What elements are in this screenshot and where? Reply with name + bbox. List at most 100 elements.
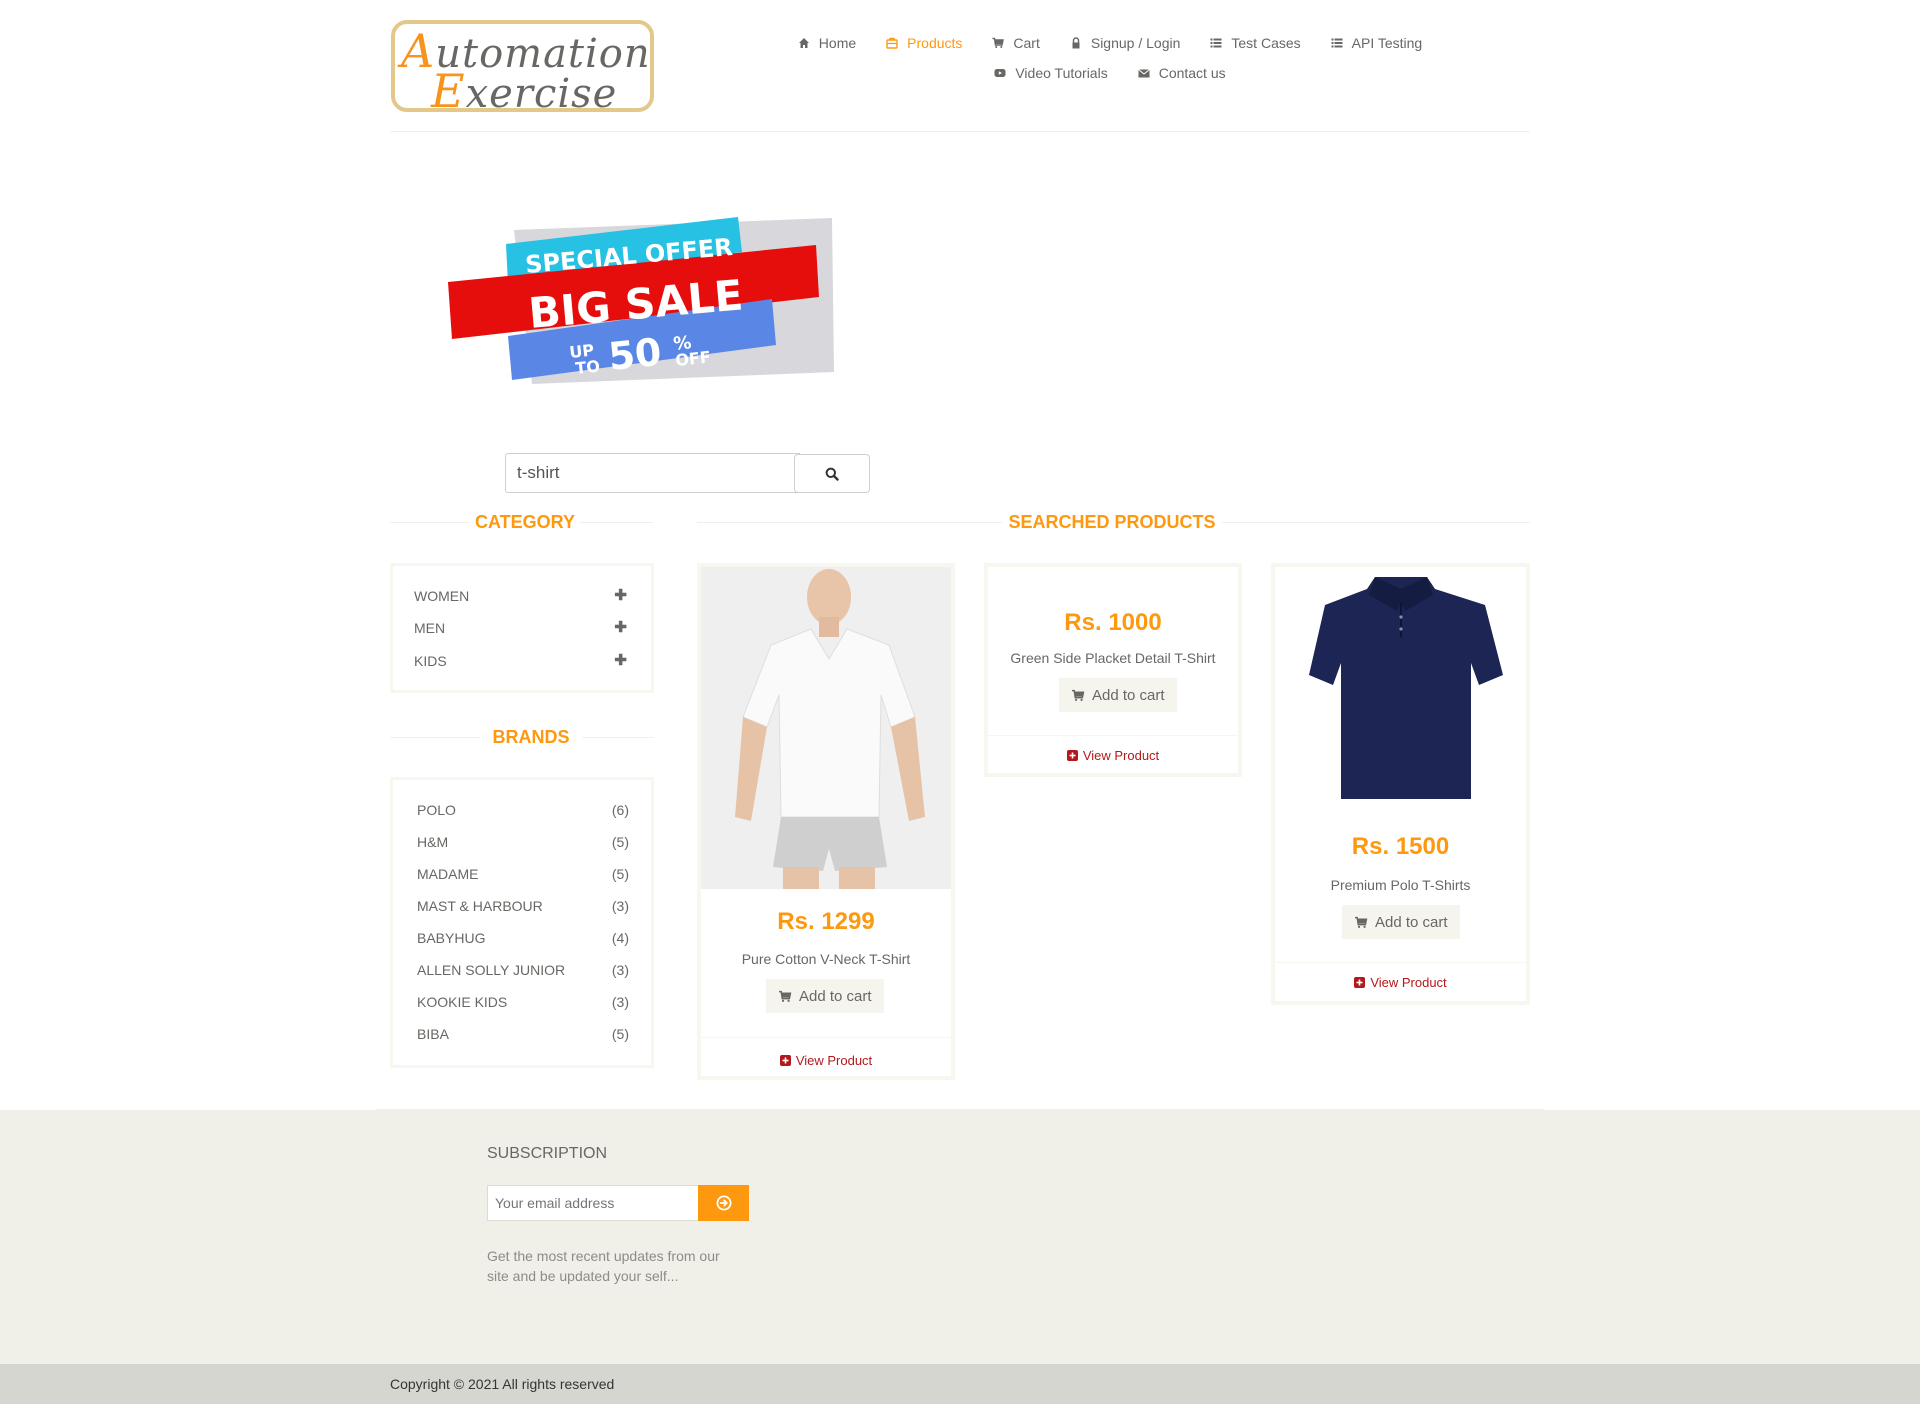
- plus-icon[interactable]: ✚: [614, 586, 627, 604]
- arrow-circle-right-icon: [716, 1195, 731, 1211]
- brand-count: (5): [611, 834, 629, 850]
- product-card: Rs. 1000 Green Side Placket Detail T-Shi…: [984, 563, 1242, 777]
- products-icon: [886, 37, 898, 49]
- brand-name: KOOKIE KIDS: [417, 994, 508, 1010]
- brands-title-rule-left: [390, 737, 480, 738]
- sale-banner: SPECIAL OFFER BIG SALE UP TO 50 % OFF: [448, 217, 834, 384]
- brand-item[interactable]: KOOKIE KIDS (3): [417, 994, 629, 1010]
- cart-icon: [1072, 689, 1085, 701]
- searched-products-title: SEARCHED PRODUCTS: [1008, 512, 1216, 532]
- search-button[interactable]: [794, 454, 870, 493]
- product-name: Premium Polo T-Shirts: [1330, 877, 1471, 893]
- category-title-rule-right: [580, 522, 653, 523]
- nav-test-cases[interactable]: Test Cases: [1195, 35, 1315, 51]
- brand-item[interactable]: ALLEN SOLLY JUNIOR (3): [417, 962, 629, 978]
- view-product-link[interactable]: View Product: [1275, 975, 1526, 990]
- nav-video-tutorials-label: Video Tutorials: [1015, 65, 1108, 81]
- nav-row-1: Home Products Cart Signup / Login Test C…: [780, 28, 1440, 58]
- brand-name: MAST & HARBOUR: [417, 898, 543, 914]
- product-price: Rs. 1000: [1064, 609, 1162, 636]
- brand-count: (6): [611, 802, 629, 818]
- brand-name: BIBA: [417, 1026, 449, 1042]
- cart-icon: [1355, 916, 1368, 928]
- cart-icon: [992, 37, 1005, 48]
- product-price: Rs. 1299: [777, 908, 875, 935]
- main-nav: Home Products Cart Signup / Login Test C…: [780, 28, 1440, 88]
- category-kids[interactable]: KIDS: [414, 653, 447, 669]
- nav-api-testing[interactable]: API Testing: [1316, 35, 1438, 51]
- product-image[interactable]: [701, 567, 951, 889]
- brand-name: ALLEN SOLLY JUNIOR: [417, 962, 566, 978]
- nav-contact-us[interactable]: Contact us: [1123, 65, 1241, 81]
- brand-count: (5): [611, 866, 629, 882]
- nav-cart-label: Cart: [1013, 35, 1040, 51]
- home-icon: [798, 38, 809, 48]
- view-product-link[interactable]: View Product: [988, 748, 1238, 763]
- card-divider: [1275, 962, 1526, 963]
- plus-square-icon: [779, 1055, 791, 1066]
- nav-signup-login[interactable]: Signup / Login: [1055, 35, 1196, 51]
- brand-item[interactable]: BIBA (5): [417, 1026, 629, 1042]
- products-title-rule-left: [697, 522, 1002, 523]
- list-icon: [1331, 38, 1343, 48]
- brand-name: BABYHUG: [417, 930, 486, 946]
- card-divider: [988, 735, 1238, 736]
- logo-line-2-rest: xercise: [465, 71, 618, 112]
- banner-off: OFF: [674, 347, 711, 370]
- category-title-rule-left: [390, 522, 470, 523]
- add-to-cart-button[interactable]: Add to cart: [1342, 905, 1460, 939]
- view-product-label: View Product: [1370, 975, 1447, 990]
- footer-bottom-bar: [0, 1364, 1920, 1404]
- logo-line-2: Exercise: [431, 64, 618, 112]
- brand-name: H&M: [417, 834, 449, 850]
- nav-signup-login-label: Signup / Login: [1090, 35, 1181, 51]
- site-header: Automation Exercise Home Products Cart S…: [0, 0, 1920, 134]
- category-title: CATEGORY: [474, 512, 575, 532]
- add-to-cart-button[interactable]: Add to cart: [1059, 678, 1177, 712]
- subscription-description: Get the most recent updates from our sit…: [487, 1248, 720, 1284]
- brands-title: BRANDS: [492, 727, 570, 747]
- category-panel: WOMEN ✚ MEN ✚ KIDS ✚: [390, 563, 654, 693]
- add-to-cart-label: Add to cart: [1375, 913, 1448, 931]
- nav-products[interactable]: Products: [871, 35, 977, 51]
- nav-test-cases-label: Test Cases: [1231, 35, 1301, 51]
- nav-cart[interactable]: Cart: [977, 35, 1054, 51]
- subscription-email-input[interactable]: [487, 1185, 699, 1221]
- category-men[interactable]: MEN: [414, 620, 445, 636]
- brands-title-rule-right: [582, 737, 654, 738]
- subscription-title: SUBSCRIPTION: [487, 1145, 608, 1162]
- product-price: Rs. 1500: [1351, 833, 1450, 860]
- product-image[interactable]: [1275, 567, 1526, 812]
- nav-home-label: Home: [818, 35, 857, 51]
- category-women[interactable]: WOMEN: [414, 588, 469, 604]
- nav-home[interactable]: Home: [783, 35, 871, 51]
- lock-icon: [1072, 37, 1080, 49]
- view-product-label: View Product: [1082, 748, 1160, 763]
- header-divider: [390, 131, 1530, 132]
- add-to-cart-button[interactable]: Add to cart: [766, 979, 884, 1013]
- card-divider: [701, 1037, 951, 1038]
- plus-icon[interactable]: ✚: [614, 651, 627, 669]
- brand-name: POLO: [417, 802, 456, 818]
- products-title-rule-right: [1222, 522, 1530, 523]
- plus-icon[interactable]: ✚: [614, 618, 627, 636]
- subscribe-button[interactable]: [698, 1185, 749, 1221]
- site-logo[interactable]: Automation Exercise: [391, 20, 654, 112]
- brand-item[interactable]: MAST & HARBOUR (3): [417, 898, 629, 914]
- plus-square-icon: [1066, 750, 1078, 761]
- nav-row-2: Video Tutorials Contact us: [780, 58, 1440, 88]
- brands-panel: POLO (6) H&M (5) MADAME (5) MAST & HARBOUR (…: [390, 777, 654, 1068]
- brand-count: (3): [611, 898, 629, 914]
- search-input[interactable]: [505, 453, 800, 493]
- view-product-link[interactable]: View Product: [701, 1053, 951, 1068]
- nav-products-label: Products: [907, 35, 963, 51]
- brand-item[interactable]: H&M (5): [417, 834, 629, 850]
- brand-item[interactable]: BABYHUG (4): [417, 930, 629, 946]
- plus-square-icon: [1354, 977, 1366, 988]
- copyright-text: Copyright © 2021 All rights reserved: [390, 1376, 615, 1392]
- brand-item[interactable]: POLO (6): [417, 802, 629, 818]
- brand-count: (3): [611, 962, 629, 978]
- nav-video-tutorials[interactable]: Video Tutorials: [979, 65, 1122, 81]
- cart-icon: [779, 990, 792, 1002]
- brand-item[interactable]: MADAME (5): [417, 866, 629, 882]
